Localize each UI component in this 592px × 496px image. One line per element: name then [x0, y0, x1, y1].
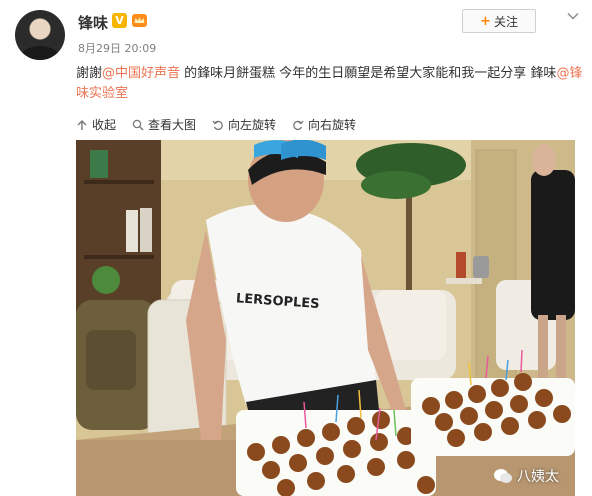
view-large-button[interactable]: 查看大图: [132, 116, 196, 133]
post-time[interactable]: 8月29日 20:09: [78, 40, 156, 56]
birthday-photo: LERSOPLES: [76, 140, 575, 496]
rotate-right-label: 向右旋转: [308, 118, 357, 132]
crown-icon: [132, 14, 147, 27]
follow-label: 关注: [493, 14, 518, 29]
post-text: 謝謝@中国好声音 的鋒味月餅蛋糕 今年的生日願望是希望大家能和我一起分享 鋒味@…: [76, 64, 586, 104]
rotate-left-label: 向左旋转: [228, 118, 277, 132]
plus-icon: +: [480, 13, 491, 29]
follow-button[interactable]: + 关注: [462, 9, 536, 33]
rotate-left-button[interactable]: 向左旋转: [212, 116, 276, 133]
image-toolbar: 收起 查看大图 向左旋转 向右旋转: [76, 116, 356, 133]
rotate-left-icon: [212, 120, 223, 130]
zoom-icon: [132, 119, 144, 130]
collapse-label: 收起: [92, 118, 117, 132]
view-large-label: 查看大图: [148, 118, 197, 132]
rotate-right-button[interactable]: 向右旋转: [292, 116, 356, 133]
watermark-text: 八姨太: [517, 469, 559, 485]
post-photo[interactable]: LERSOPLES 八姨太: [76, 140, 575, 496]
watermark: 八姨太: [493, 466, 559, 486]
text-prefix: 謝謝: [76, 66, 103, 81]
avatar[interactable]: [15, 10, 65, 60]
author-name[interactable]: 锋味: [78, 12, 108, 33]
text-middle: 的鋒味月餅蛋糕 今年的生日願望是希望大家能和我一起分享 鋒味: [180, 66, 557, 81]
chevron-down-icon[interactable]: [566, 9, 580, 23]
mention-link[interactable]: @中国好声音: [102, 66, 180, 81]
collapse-icon: [77, 119, 87, 130]
collapse-button[interactable]: 收起: [76, 116, 116, 133]
wechat-icon: [494, 469, 512, 483]
rotate-right-icon: [293, 120, 304, 130]
verified-badge: V: [112, 13, 127, 28]
